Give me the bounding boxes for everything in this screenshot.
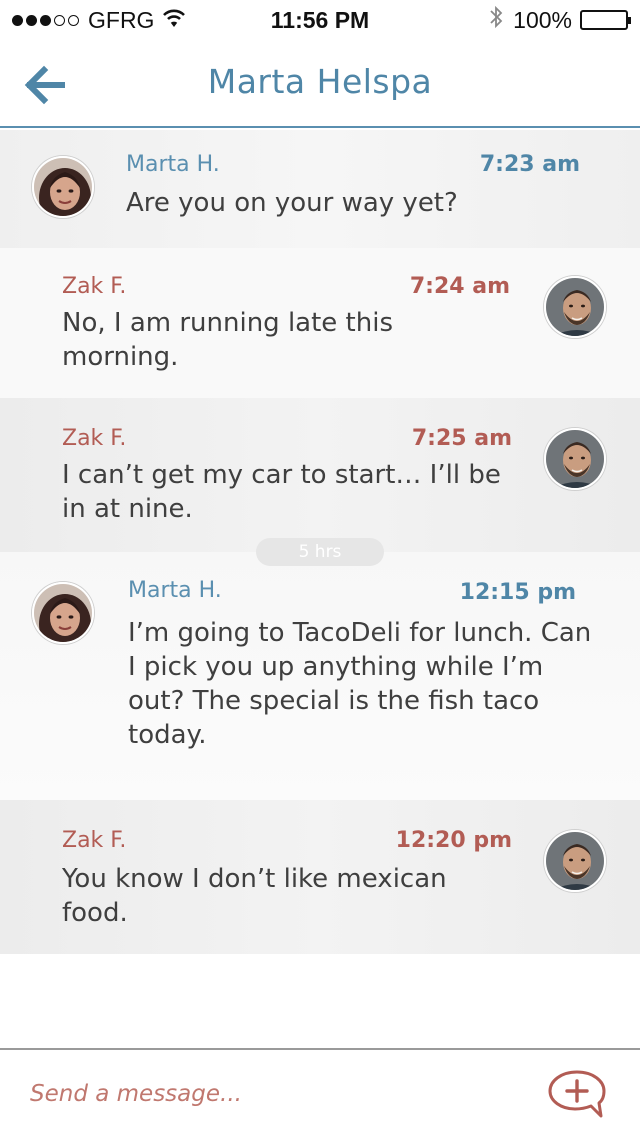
battery-percent: 100%	[513, 6, 572, 33]
time-gap-badge: 5 hrs	[256, 538, 384, 566]
message-sender: Marta H.	[128, 578, 222, 603]
add-bubble-icon	[548, 1070, 606, 1118]
message-composer	[0, 1048, 640, 1136]
message-item: Zak F. 7:25 am I can’t get my car to sta…	[0, 398, 640, 552]
message-sender: Zak F.	[62, 274, 127, 299]
message-time: 12:15 pm	[459, 580, 576, 605]
message-sender: Marta H.	[126, 152, 220, 177]
nav-bar: Marta Helspa	[0, 40, 640, 128]
zak-avatar	[544, 276, 606, 338]
marta-avatar	[32, 156, 94, 218]
message-text: Are you on your way yet?	[126, 188, 458, 218]
message-time: 7:23 am	[479, 152, 580, 177]
zak-avatar	[544, 830, 606, 892]
message-input[interactable]	[30, 1076, 500, 1112]
message-item: Zak F. 7:24 am No, I am running late thi…	[0, 248, 640, 398]
message-item: Marta H. 12:15 pm I’m going to TacoDeli …	[0, 552, 640, 800]
message-time: 7:24 am	[409, 274, 510, 299]
bluetooth-icon	[489, 5, 503, 35]
message-text: No, I am running late this morning.	[62, 308, 393, 372]
status-bar: GFRG 11:56 PM 100%	[0, 0, 640, 40]
message-text: I’m going to TacoDeli for lunch. Can I p…	[128, 618, 592, 750]
message-sender: Zak F.	[62, 426, 127, 451]
message-sender: Zak F.	[62, 828, 127, 853]
message-time: 7:25 am	[411, 426, 512, 451]
message-item: Zak F. 12:20 pm You know I don’t like me…	[0, 800, 640, 954]
marta-avatar	[32, 582, 94, 644]
battery-icon	[580, 10, 631, 30]
add-message-button[interactable]	[546, 1068, 608, 1120]
message-text: You know I don’t like mexican food.	[62, 864, 447, 928]
message-item: Marta H. 7:23 am Are you on your way yet…	[0, 130, 640, 248]
message-time: 12:20 pm	[395, 828, 512, 853]
message-text: I can’t get my car to start… I’ll be in …	[62, 460, 501, 524]
zak-avatar	[544, 428, 606, 490]
conversation-title: Marta Helspa	[207, 62, 433, 101]
